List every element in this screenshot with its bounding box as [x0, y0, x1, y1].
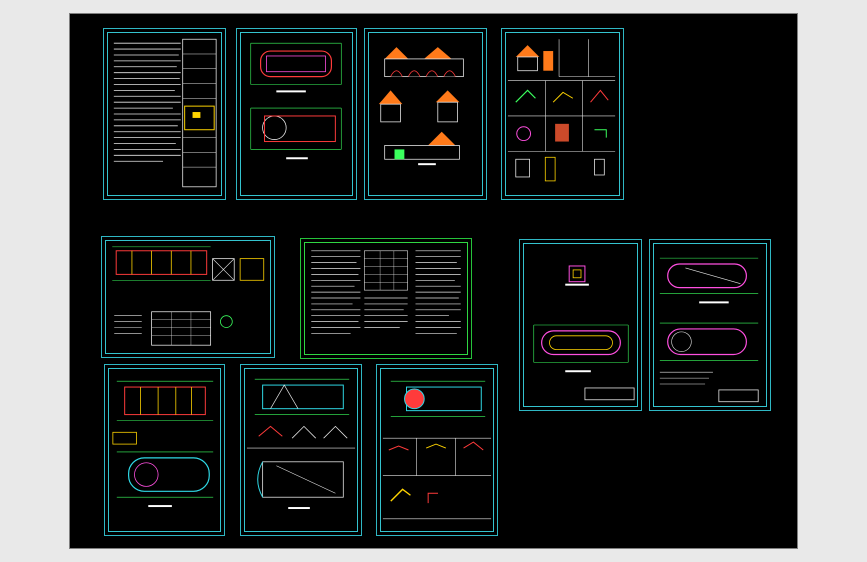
sheet-graphics: [378, 47, 464, 166]
sheet-graphics: [659, 257, 759, 403]
drawing-sheet-floor-plans[interactable]: [236, 28, 357, 200]
sheet-graphics: [311, 250, 461, 334]
drawing-sheet-notes-1[interactable]: [103, 28, 226, 200]
drawing-sheet-roof-plan[interactable]: [240, 364, 362, 536]
drawing-sheet-elevations[interactable]: [364, 28, 487, 200]
sheet-graphics: [507, 39, 616, 182]
drawing-sheet-notes-2[interactable]: [300, 238, 472, 359]
sheet-graphics: [113, 38, 217, 188]
drawing-sheet-oval-plans[interactable]: [649, 239, 771, 411]
drawing-sheet-floor-plans-b[interactable]: [104, 364, 225, 536]
drawing-sheet-detail-grid[interactable]: [376, 364, 498, 536]
drawing-sheet-structure-plan[interactable]: [101, 236, 275, 358]
drawing-sheet-details[interactable]: [501, 28, 624, 200]
sheet-graphics: [382, 380, 492, 520]
sheet-graphics: [112, 246, 265, 346]
sheet-graphics: [246, 378, 356, 510]
sheet-graphics: [250, 42, 342, 160]
cad-drawing-canvas[interactable]: [69, 13, 798, 549]
sheet-graphics: [533, 265, 635, 401]
sheet-graphics: [112, 380, 214, 508]
drawing-sheet-oval-plan[interactable]: [519, 239, 642, 411]
